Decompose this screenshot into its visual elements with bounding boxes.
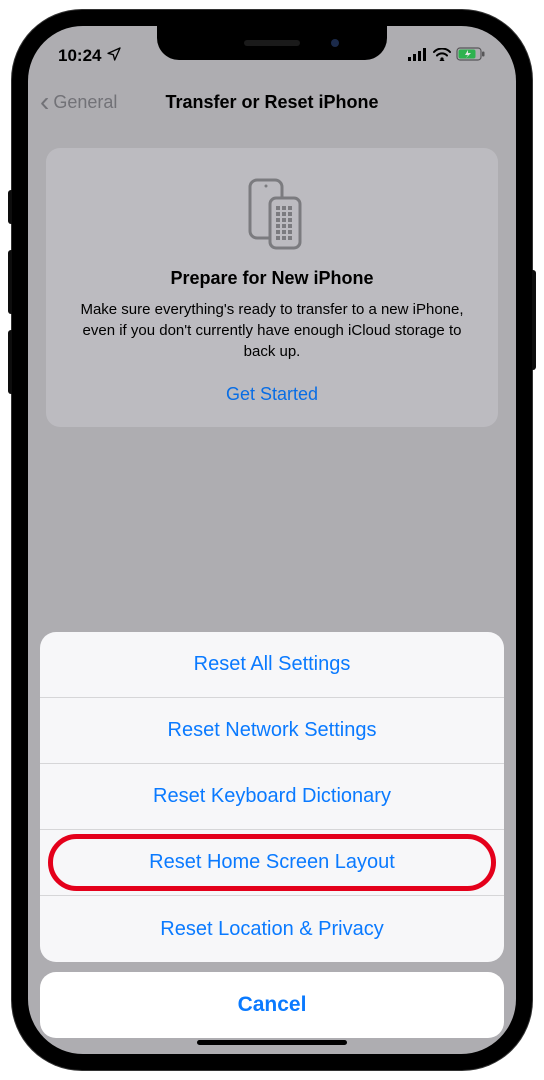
cancel-label: Cancel (238, 993, 307, 1017)
volume-down-button (8, 330, 12, 394)
back-label: General (53, 92, 117, 113)
home-indicator[interactable] (197, 1040, 347, 1045)
sheet-item-label: Reset Keyboard Dictionary (153, 785, 391, 808)
reset-location-privacy-button[interactable]: Reset Location & Privacy (40, 896, 504, 962)
chevron-left-icon: ‹ (40, 88, 49, 116)
action-sheet: Reset All Settings Reset Network Setting… (28, 632, 516, 1054)
reset-home-screen-layout-button[interactable]: Reset Home Screen Layout (40, 830, 504, 896)
content-area: Prepare for New iPhone Make sure everyth… (28, 128, 516, 427)
wifi-icon (433, 46, 451, 66)
reset-keyboard-dictionary-button[interactable]: Reset Keyboard Dictionary (40, 764, 504, 830)
battery-icon (456, 46, 486, 66)
sheet-item-label: Reset Home Screen Layout (149, 851, 395, 874)
back-button[interactable]: ‹ General (40, 88, 117, 116)
side-button (532, 270, 536, 370)
reset-network-settings-button[interactable]: Reset Network Settings (40, 698, 504, 764)
status-time: 10:24 (58, 46, 101, 66)
action-sheet-options: Reset All Settings Reset Network Setting… (40, 632, 504, 962)
transfer-devices-icon (232, 174, 312, 254)
card-title: Prepare for New iPhone (66, 268, 478, 289)
mute-switch (8, 190, 12, 224)
prepare-card: Prepare for New iPhone Make sure everyth… (46, 148, 498, 427)
status-left: 10:24 (58, 46, 122, 67)
cancel-button[interactable]: Cancel (40, 972, 504, 1038)
volume-up-button (8, 250, 12, 314)
reset-all-settings-button[interactable]: Reset All Settings (40, 632, 504, 698)
navigation-bar: ‹ General Transfer or Reset iPhone (28, 76, 516, 128)
status-right (408, 46, 486, 66)
cellular-icon (408, 46, 428, 66)
get-started-link[interactable]: Get Started (66, 384, 478, 405)
sheet-item-label: Reset All Settings (194, 653, 351, 676)
iphone-device-frame: 10:24 ‹ General (12, 10, 532, 1070)
sheet-item-label: Reset Location & Privacy (160, 918, 383, 941)
screen: 10:24 ‹ General (28, 26, 516, 1054)
sheet-item-label: Reset Network Settings (168, 719, 377, 742)
location-icon (106, 46, 122, 67)
card-body: Make sure everything's ready to transfer… (66, 299, 478, 362)
notch (157, 26, 387, 60)
